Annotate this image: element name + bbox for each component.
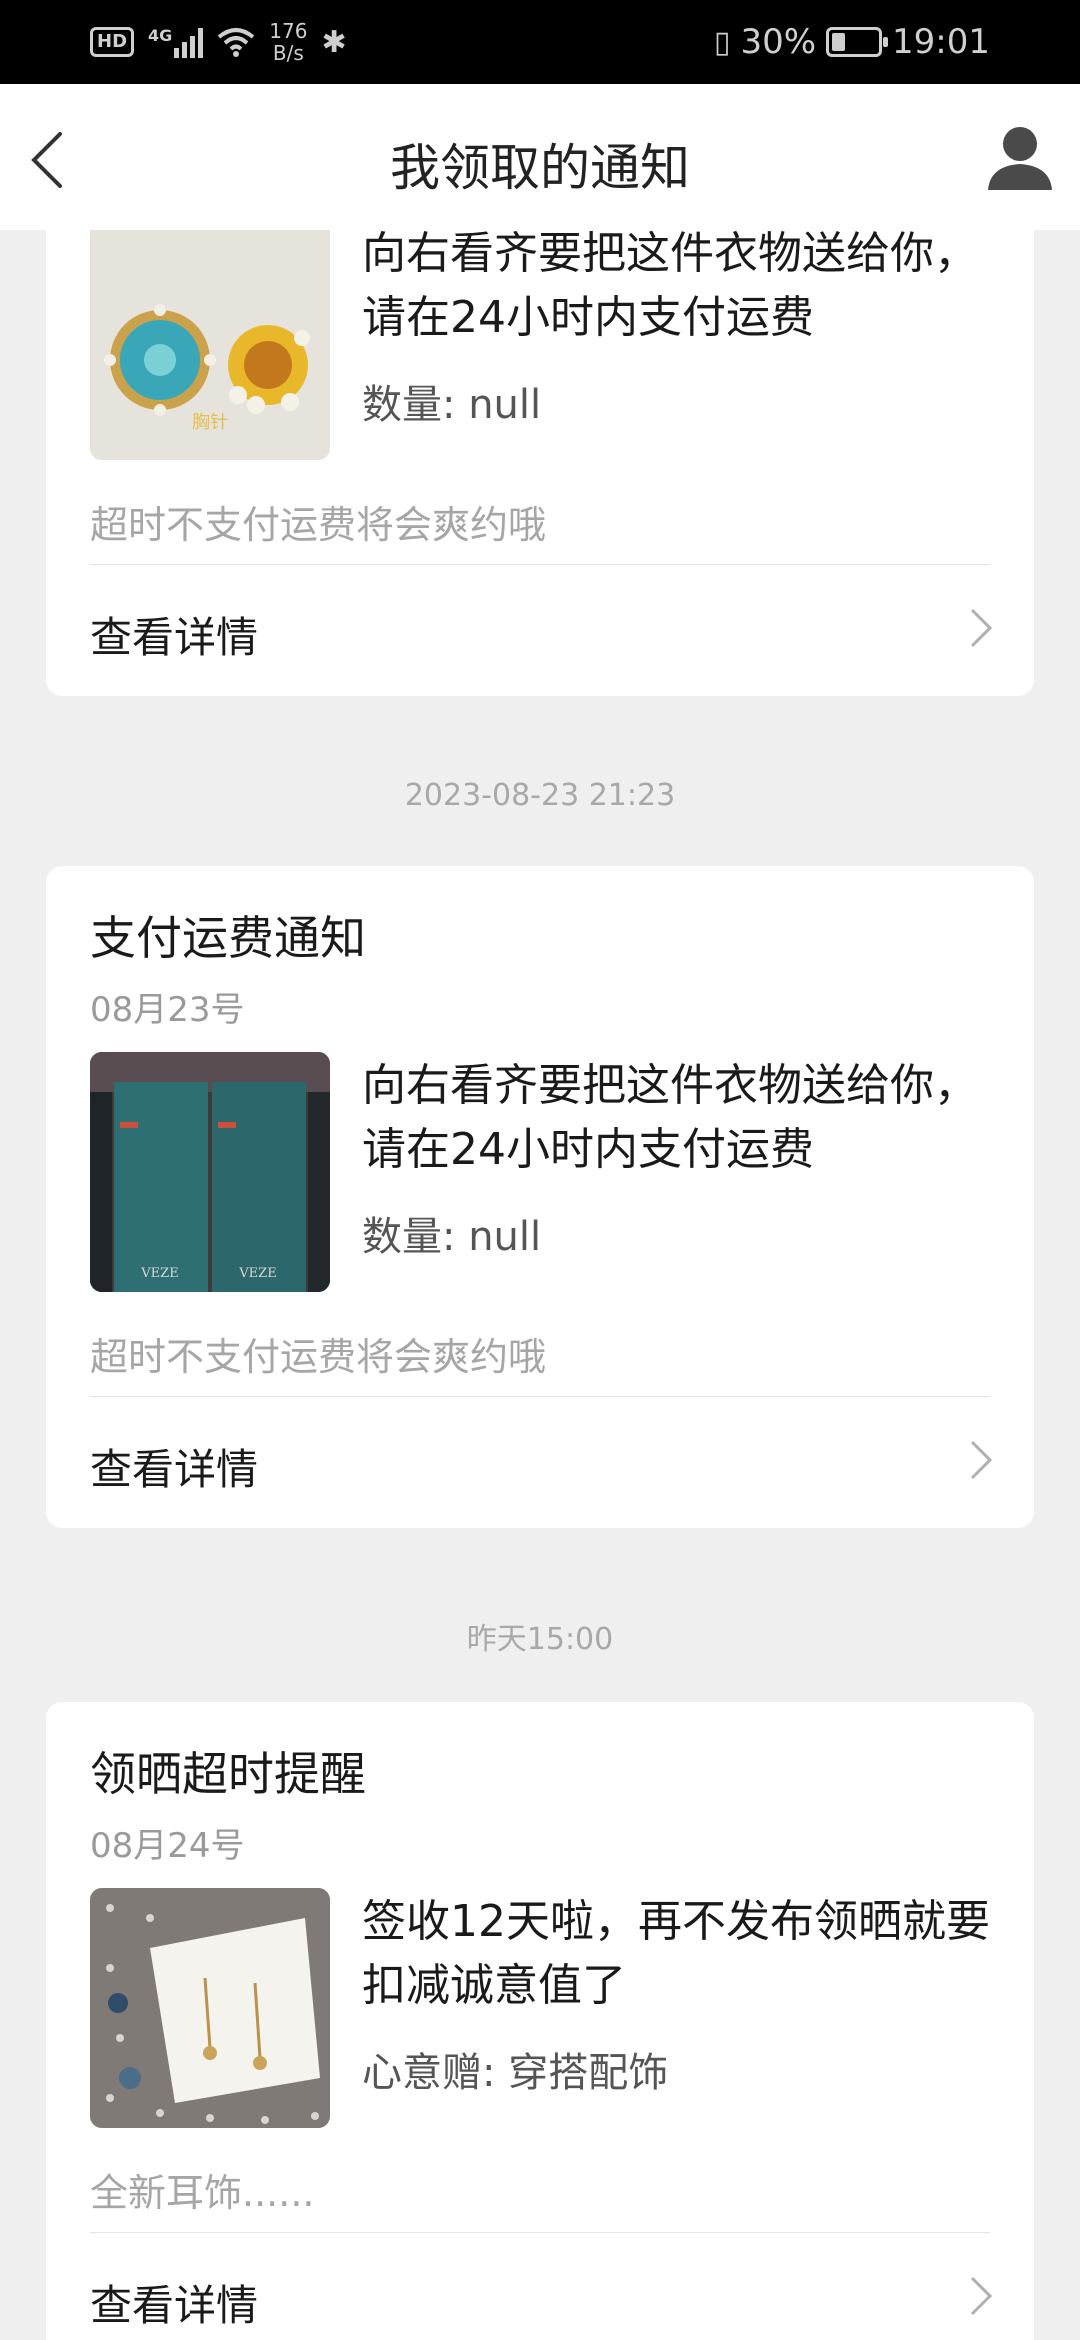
cell-signal-icon: 4G: [148, 26, 204, 58]
view-details-row[interactable]: 查看详情: [46, 2234, 1034, 2340]
item-thumbnail[interactable]: 胸针: [90, 230, 330, 460]
chevron-right-icon: [970, 608, 993, 648]
view-details-label: 查看详情: [90, 1445, 259, 1494]
profile-button[interactable]: [982, 120, 1058, 196]
battery-percent: 30%: [740, 22, 817, 62]
quantity-text: 数量: null: [362, 1214, 542, 1260]
card-title: 支付运费通知: [90, 911, 366, 965]
notification-note: 超时不支付运费将会爽约哦: [90, 503, 547, 547]
divider: [90, 1396, 990, 1397]
notification-card: 领晒超时提醒 08月24号 签收12天啦，再不发布领晒就要扣减诚意值了 心意赠:…: [46, 1702, 1034, 2340]
brooch-image: 胸针: [90, 230, 330, 460]
user-icon: [988, 127, 1052, 190]
battery-icon: [826, 27, 889, 57]
status-left: HD 4G 176 B/s ✱: [90, 18, 347, 66]
notification-message: 签收12天啦，再不发布领晒就要扣减诚意值了: [362, 1896, 990, 2011]
notification-card: 支付运费通知 08月23号 VEZE VEZE 向右看齐要把这件衣物送给你，请在…: [46, 866, 1034, 1528]
clock: 19:01: [892, 22, 990, 62]
network-speed: 176 B/s: [269, 19, 308, 65]
chevron-right-icon: [970, 1440, 993, 1480]
view-details-label: 查看详情: [90, 613, 259, 662]
product-box-image: VEZE VEZE: [90, 1052, 330, 1292]
page-title: 我领取的通知: [390, 139, 690, 197]
view-details-row[interactable]: 查看详情: [46, 566, 1034, 686]
notification-card: 胸针 向右看齐要把这件衣物送给你，请在24小时内支付运费 数量: null 超时…: [46, 230, 1034, 696]
hd-icon: HD: [90, 27, 135, 57]
svg-text:VEZE: VEZE: [140, 1266, 178, 1281]
view-details-row[interactable]: 查看详情: [46, 1398, 1034, 1518]
card-date: 08月24号: [90, 1826, 245, 1866]
notification-message: 向右看齐要把这件衣物送给你，请在24小时内支付运费: [362, 1060, 978, 1175]
network-type: 4G: [148, 26, 173, 45]
notification-note: 全新耳饰......: [90, 2171, 315, 2215]
view-details-label: 查看详情: [90, 2281, 259, 2330]
notification-message: 向右看齐要把这件衣物送给你，请在24小时内支付运费: [362, 230, 978, 343]
wifi-icon: [218, 28, 255, 57]
status-right: ▯ 30% 19:01: [714, 18, 990, 66]
svg-text:VEZE: VEZE: [238, 1266, 276, 1281]
timestamp-separator: 2023-08-23 21:23: [404, 778, 676, 813]
card-date: 08月23号: [90, 990, 245, 1030]
item-thumbnail[interactable]: [90, 1888, 330, 2128]
vibrate-icon: ▯: [713, 24, 731, 60]
gift-category-text: 心意赠: 穿搭配饰: [362, 2050, 669, 2096]
notification-feed[interactable]: 胸针 向右看齐要把这件衣物送给你，请在24小时内支付运费 数量: null 超时…: [0, 230, 1080, 2340]
divider: [90, 564, 990, 565]
card-title: 领晒超时提醒: [90, 1747, 366, 1801]
notification-note: 超时不支付运费将会爽约哦: [90, 1335, 547, 1379]
svg-text:胸针: 胸针: [192, 412, 228, 433]
chevron-right-icon: [970, 2276, 993, 2316]
bluetooth-icon: ✱: [321, 24, 347, 60]
earrings-image: [90, 1888, 330, 2128]
divider: [90, 2232, 990, 2233]
timestamp-separator: 昨天15:00: [466, 1622, 614, 1657]
item-thumbnail[interactable]: VEZE VEZE: [90, 1052, 330, 1292]
status-bar: HD 4G 176 B/s ✱ ▯ 30% 19:01: [0, 0, 1080, 84]
nav-bar: 我领取的通知: [0, 84, 1080, 230]
quantity-text: 数量: null: [362, 382, 542, 428]
